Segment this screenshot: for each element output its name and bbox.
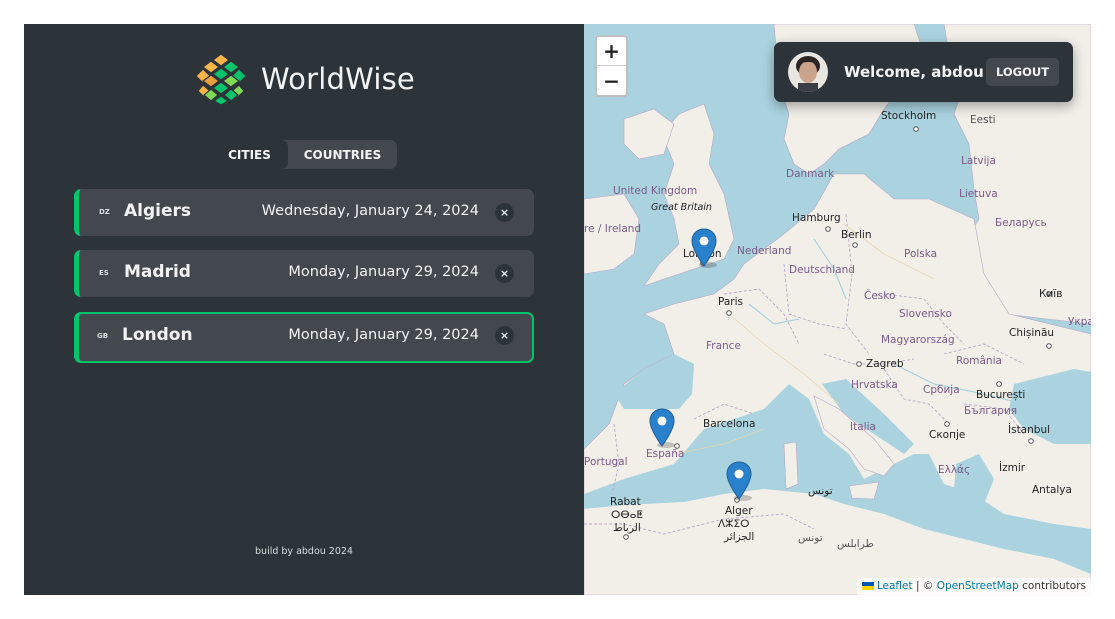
map-label-united-kingdom: United Kingdom [613, 185, 698, 197]
map-label-berlin: Berlin [841, 229, 872, 241]
map-label-polska: Polska [904, 248, 938, 260]
map-marker-icon-london[interactable] [691, 228, 717, 268]
map-label-bucuresti: București [976, 389, 1026, 401]
map-label-chisinau: Chișinău [1009, 327, 1055, 339]
map-label-france: France [706, 340, 741, 352]
footer-credit: build by abdou 2024 [255, 546, 353, 557]
map-label-espana: España [646, 448, 685, 460]
delete-city-button[interactable]: × [495, 326, 514, 345]
map-label-stockholm: Stockholm [881, 110, 937, 122]
welcome-text: Welcome, abdou [844, 63, 984, 81]
avatar [788, 52, 828, 92]
visit-date: Wednesday, January 24, 2024 [261, 203, 479, 219]
map-label-kyiv: Київ [1039, 288, 1063, 300]
map-label-srbija: Србија [923, 384, 960, 396]
zoom-control: + − [595, 35, 628, 97]
map-label-danmark: Danmark [786, 168, 835, 180]
map-label-lietuva: Lietuva [959, 188, 998, 200]
map-label-istanbul: İstanbul [1008, 424, 1051, 436]
map-label-bulgaria: България [964, 405, 1018, 417]
map-label-great-britain: Great Britain [651, 202, 712, 213]
openstreetmap-link[interactable]: OpenStreetMap [937, 580, 1019, 592]
map-label-alger-arabic: الجزائر [724, 531, 755, 543]
visit-date: Monday, January 29, 2024 [288, 327, 479, 343]
map-label-antalya: Antalya [1032, 484, 1072, 496]
map-label-tripoli: طرابلس [837, 538, 874, 550]
map-label-izmir: İzmir [999, 462, 1026, 474]
user-panel: Welcome, abdou Logout [774, 42, 1073, 102]
map-label-romania: România [956, 355, 1002, 367]
attribution-contributors: contributors [1018, 580, 1086, 592]
map-label-hrvatska: Hrvatska [851, 379, 898, 391]
country-code: ES [99, 269, 109, 277]
logo[interactable]: WorldWise [194, 52, 415, 106]
map-label-portugal: Portugal [584, 456, 628, 468]
avatar-portrait-icon [788, 52, 828, 92]
city-item-london[interactable]: GB London Monday, January 29, 2024 × [74, 312, 534, 363]
map-tiles[interactable] [584, 24, 1091, 595]
city-item-algiers[interactable]: DZ Algiers Wednesday, January 24, 2024 × [74, 189, 534, 236]
city-name: London [122, 325, 193, 345]
map-label-belarus: Беларусь [995, 217, 1047, 229]
map-label-slovensko: Slovensko [899, 308, 952, 320]
map-label-zagreb: Zagreb [866, 358, 904, 370]
country-code: GB [97, 332, 109, 340]
map-marker-icon-algiers[interactable] [726, 461, 752, 501]
map-label-rabat-tifinagh: ⵔⴱⴰⵟ [611, 509, 643, 521]
globe-logo-icon [195, 53, 247, 106]
map-label-eesti: Eesti [970, 114, 996, 126]
map-label-alger-tifinagh: ⴷⵣⵉⵔ [718, 518, 750, 530]
map-label-ukraine: Укра [1068, 316, 1091, 328]
city-name: Algiers [124, 201, 192, 221]
delete-city-button[interactable]: × [495, 264, 514, 283]
map-label-rabat-arabic: الرباط [613, 522, 641, 534]
delete-city-button[interactable]: × [495, 203, 514, 222]
tab-cities[interactable]: Cities [211, 140, 288, 169]
map-label-alger: Alger [725, 505, 753, 517]
map-container[interactable]: Stockholm Eesti Latvija Danmark Lietuva … [584, 24, 1091, 595]
logout-button[interactable]: Logout [986, 58, 1059, 86]
zoom-in-button[interactable]: + [597, 37, 626, 66]
tab-countries[interactable]: Countries [288, 140, 397, 169]
map-label-italia: Italia [850, 421, 876, 433]
map-label-skopje: Скопје [929, 429, 966, 441]
map-label-ireland: re / Ireland [584, 223, 642, 235]
zoom-out-button[interactable]: − [597, 66, 626, 95]
map-label-nederland: Nederland [737, 245, 792, 257]
map-label-magyarorszag: Magyarország [881, 334, 955, 346]
city-item-madrid[interactable]: ES Madrid Monday, January 29, 2024 × [74, 250, 534, 297]
leaflet-link[interactable]: Leaflet [877, 580, 913, 592]
map-label-barcelona: Barcelona [703, 418, 756, 430]
map-attribution: Leaflet | © OpenStreetMap contributors [856, 578, 1091, 595]
city-name: Madrid [124, 262, 191, 282]
tab-switcher: Cities Countries [211, 140, 397, 169]
map-marker-icon-madrid[interactable] [649, 408, 675, 448]
map-label-tunis: تونس [808, 485, 833, 497]
map-label-latvija: Latvija [961, 155, 996, 167]
map-label-ellas: Ελλάς [938, 464, 971, 476]
map-label-cesko: Česko [864, 290, 896, 302]
attribution-separator: | © [912, 580, 937, 592]
app-title: WorldWise [261, 62, 415, 96]
app-root: WorldWise Cities Countries DZ Algiers We… [24, 24, 1091, 595]
map-label-tunisia: تونس [798, 532, 823, 544]
country-code: DZ [99, 208, 110, 216]
visit-date: Monday, January 29, 2024 [288, 264, 479, 280]
map-label-rabat: Rabat [610, 496, 641, 508]
ukraine-flag-icon [861, 582, 874, 590]
map-label-deutschland: Deutschland [789, 264, 855, 276]
sidebar: WorldWise Cities Countries DZ Algiers We… [24, 24, 584, 595]
map-label-hamburg: Hamburg [792, 212, 841, 224]
map-label-paris: Paris [718, 296, 743, 308]
